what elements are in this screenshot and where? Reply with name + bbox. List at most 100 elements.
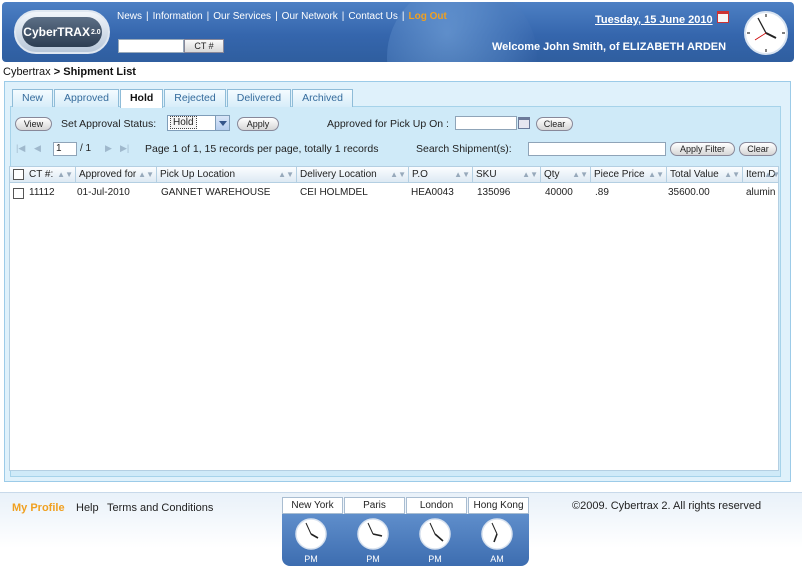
nav-our-network-link[interactable]: Our Network [282, 11, 338, 22]
status-select[interactable]: Hold [167, 115, 230, 131]
sort-icon: ▲▼ [764, 170, 779, 179]
tab-archived[interactable]: Archived [292, 89, 353, 107]
paris-ampm: PM [366, 554, 380, 564]
clear-date-button[interactable]: Clear [536, 117, 573, 131]
nav-our-services-link[interactable]: Our Services [213, 11, 271, 22]
column-header-item-description[interactable]: Item D ▲▼ [743, 167, 779, 183]
calendar-icon[interactable] [717, 11, 729, 23]
cell-delivery-location: CEI HOLMDEL [300, 187, 368, 198]
chevron-down-icon[interactable] [215, 116, 229, 130]
paris-clock-icon [357, 518, 389, 550]
cybertrax-logo[interactable]: CyberTRAX 2.0 [14, 10, 110, 54]
nav-contact-us-link[interactable]: Contact Us [348, 11, 397, 22]
cell-item-description: alumin [746, 187, 776, 198]
column-header-pickup-location[interactable]: Pick Up Location ▲▼ [157, 167, 297, 183]
sort-icon: ▲▼ [572, 170, 588, 179]
ct-search-button[interactable]: CT # [184, 39, 224, 53]
date-picker-icon[interactable] [518, 117, 530, 129]
tab-hold[interactable]: Hold [119, 89, 164, 108]
clock-icon [744, 11, 788, 55]
clear-filter-button[interactable]: Clear [739, 142, 777, 156]
select-all-checkbox[interactable] [13, 169, 24, 180]
column-header-qty[interactable]: Qty ▲▼ [541, 167, 591, 183]
terms-link[interactable]: Terms and Conditions [107, 502, 213, 514]
page-total: / 1 [80, 143, 92, 154]
view-button[interactable]: View [15, 117, 52, 131]
logo-text: CyberTRAX [23, 25, 90, 39]
cell-qty: 40000 [545, 187, 573, 198]
ct-search-input[interactable] [118, 39, 184, 53]
breadcrumb-separator: > [53, 66, 61, 78]
my-profile-link[interactable]: My Profile [12, 502, 65, 514]
city-london: London [406, 497, 467, 514]
sort-icon: ▲▼ [278, 170, 294, 179]
london-clock-icon [419, 518, 451, 550]
nav-news-link[interactable]: News [117, 11, 142, 22]
hong-kong-clock-icon [481, 518, 513, 550]
breadcrumb-current: Shipment List [63, 66, 136, 78]
column-header-po[interactable]: P.O ▲▼ [409, 167, 473, 183]
apply-filter-button[interactable]: Apply Filter [670, 142, 735, 156]
new-york-clock-icon [295, 518, 327, 550]
sort-icon: ▲▼ [522, 170, 538, 179]
prev-page-icon[interactable]: ◀ [34, 143, 41, 154]
sort-icon: ▲▼ [454, 170, 470, 179]
logo-version: 2.0 [90, 28, 101, 36]
cell-ct-number[interactable]: 11112 [29, 186, 55, 200]
sort-icon: ▲▼ [138, 170, 154, 179]
city-paris: Paris [344, 497, 405, 514]
tab-new[interactable]: New [12, 89, 54, 107]
column-header-sku[interactable]: SKU ▲▼ [473, 167, 541, 183]
status-select-value: Hold [170, 116, 197, 129]
cell-po: HEA0043 [411, 187, 454, 198]
column-header-piece-price[interactable]: Piece Price ▲▼ [591, 167, 667, 183]
tab-rejected[interactable]: Rejected [164, 89, 226, 107]
column-header-approved-for[interactable]: Approved for ▲▼ [76, 167, 157, 183]
welcome-message: Welcome John Smith, of ELIZABETH ARDEN [492, 41, 727, 53]
tab-delivered[interactable]: Delivered [226, 89, 292, 107]
sort-icon: ▲▼ [648, 170, 664, 179]
city-hong-kong: Hong Kong [468, 497, 529, 514]
set-status-label: Set Approval Status: [61, 118, 157, 130]
status-tabs: New Approved Hold Rejected Delivered Arc… [12, 89, 354, 108]
copyright-text: ©2009. Cybertrax 2. All rights reserved [572, 500, 762, 512]
next-page-icon[interactable]: ▶ [105, 143, 112, 154]
city-new-york: New York [282, 497, 343, 514]
help-link[interactable]: Help [76, 502, 99, 514]
approved-for-label: Approved for Pick Up On : [327, 118, 449, 130]
cell-total-value: 35600.00 [668, 187, 710, 198]
world-clocks: New York Paris London Hong Kong PM PM PM [282, 497, 529, 567]
tab-approved[interactable]: Approved [54, 89, 119, 107]
search-shipments-input[interactable] [528, 142, 666, 156]
column-header-ct[interactable]: CT #: ▲▼ [26, 167, 76, 183]
first-page-icon[interactable]: |◀ [16, 143, 25, 154]
search-shipments-label: Search Shipment(s): [416, 143, 512, 155]
cell-pickup-location: GANNET WAREHOUSE [161, 187, 271, 198]
top-navigation: News | Information | Our Services | Our Networ… [117, 11, 447, 22]
cell-sku: 135096 [477, 187, 511, 198]
sort-icon: ▲▼ [390, 170, 406, 179]
cell-piece-price: .89 [595, 187, 609, 198]
apply-status-button[interactable]: Apply [237, 117, 279, 131]
breadcrumb-root[interactable]: Cybertrax [3, 66, 51, 78]
london-ampm: PM [428, 554, 442, 564]
header-bar: CyberTRAX 2.0 News | Information | Our Servic… [2, 2, 794, 62]
breadcrumb: Cybertrax > Shipment List [3, 66, 136, 78]
sort-icon: ▲▼ [724, 170, 740, 179]
pager-summary: Page 1 of 1, 15 records per page, totall… [145, 143, 379, 155]
cell-approved-for: 01-Jul-2010 [77, 187, 130, 198]
sort-icon: ▲▼ [57, 170, 73, 179]
page-number-input[interactable]: 1 [53, 142, 77, 156]
new-york-ampm: PM [304, 554, 318, 564]
logout-link[interactable]: Log Out [408, 11, 446, 22]
row-checkbox[interactable] [13, 188, 24, 199]
column-header-total-value[interactable]: Total Value ▲▼ [667, 167, 743, 183]
grid-header: CT #: ▲▼ Approved for ▲▼ Pick Up Location ▲… [10, 167, 779, 183]
column-header-delivery-location[interactable]: Delivery Location ▲▼ [297, 167, 409, 183]
pickup-date-input[interactable] [455, 116, 517, 130]
last-page-icon[interactable]: ▶| [120, 143, 129, 154]
current-date: Tuesday, 15 June 2010 [595, 14, 713, 26]
nav-information-link[interactable]: Information [153, 11, 203, 22]
hong-kong-ampm: AM [490, 554, 504, 564]
shipment-grid: CT #: ▲▼ Approved for ▲▼ Pick Up Location ▲… [9, 166, 779, 471]
